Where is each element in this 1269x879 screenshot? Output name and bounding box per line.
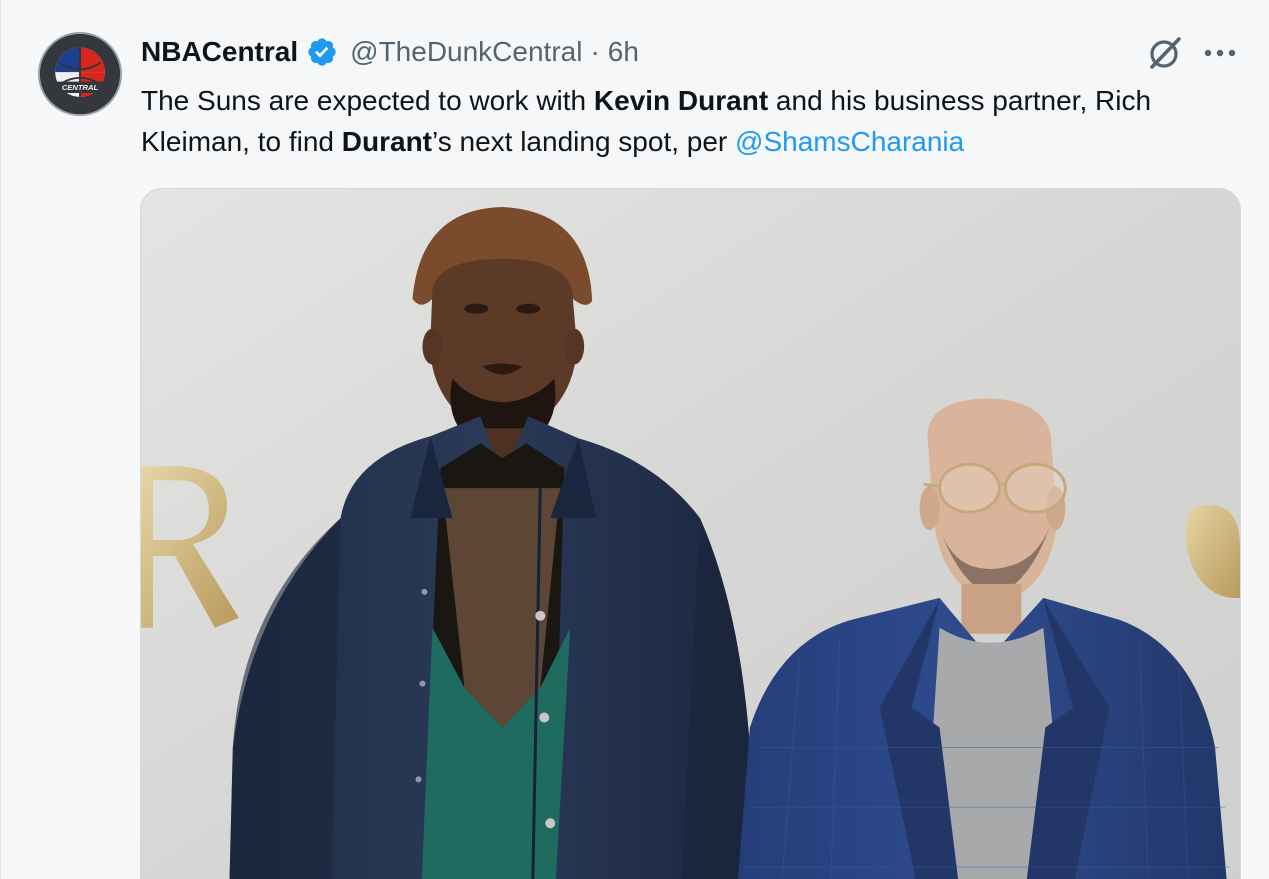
user-handle[interactable]: @TheDunkCentral: [350, 36, 582, 68]
svg-text:CENTRAL: CENTRAL: [62, 83, 99, 92]
grok-icon[interactable]: [1146, 34, 1184, 72]
tweet-text-bold: Durant: [341, 126, 433, 157]
nba-central-logo-icon[interactable]: CENTRAL: [38, 32, 122, 116]
more-options-icon[interactable]: [1200, 40, 1240, 66]
header-separator: ·: [590, 36, 600, 67]
tweet-text-part: The Suns are expected to work with: [141, 85, 594, 116]
display-name[interactable]: NBACentral: [141, 36, 298, 68]
tweet-card[interactable]: CENTRAL NBACentral @TheDunkCentral · 6h …: [0, 0, 1269, 879]
tweet-text-bold: Kevin Durant: [593, 85, 769, 116]
timestamp[interactable]: 6h: [608, 36, 639, 68]
tweet-header: NBACentral @TheDunkCentral · 6h: [141, 32, 1209, 72]
tweet-text-part: ’s next landing spot, per: [432, 126, 736, 157]
mention-link[interactable]: @ShamsCharania: [735, 126, 964, 157]
tweet-text: The Suns are expected to work with Kevin…: [141, 80, 1251, 162]
verified-badge-icon: [306, 36, 338, 68]
tweet-photo[interactable]: [140, 188, 1241, 879]
